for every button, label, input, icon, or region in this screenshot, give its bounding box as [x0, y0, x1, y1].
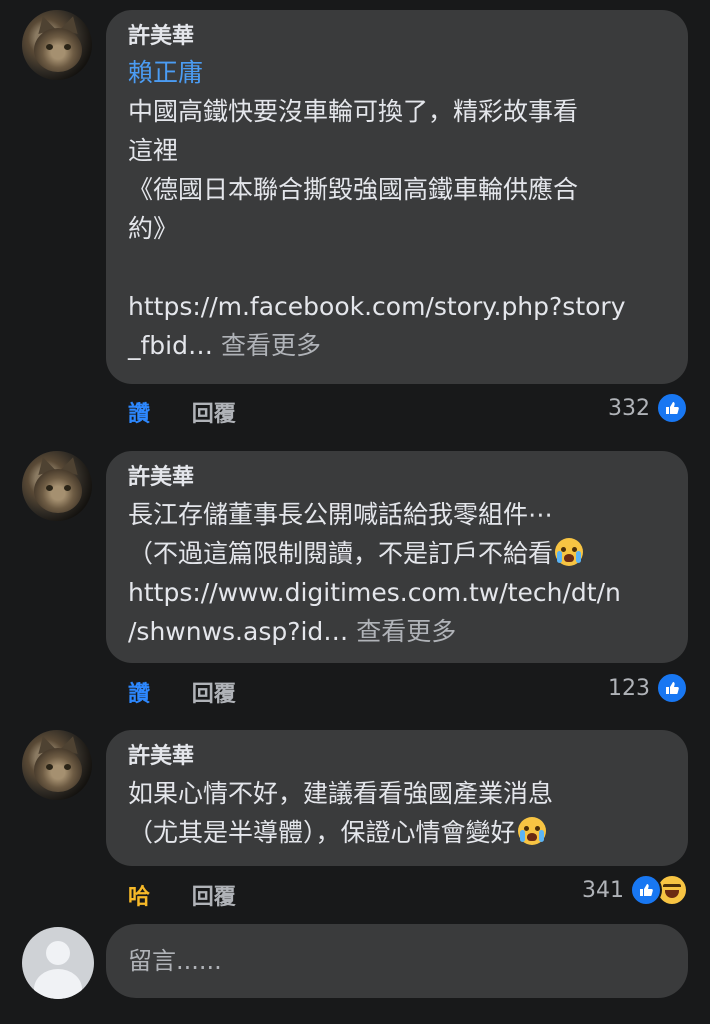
reply-button[interactable]: 回覆	[192, 682, 236, 707]
comment-bubble: 許美華 長江存儲董事長公開喊話給我零組件⋯ （不過這篇限制閱讀，不是訂戶不給看 …	[106, 451, 688, 663]
reaction-summary[interactable]: 123	[608, 672, 688, 704]
avatar[interactable]	[22, 10, 92, 80]
comment-bubble: 許美華 賴正庸 中國高鐵快要沒車輪可換了，精彩故事看 這裡 《德國日本聯合撕毀強…	[106, 10, 688, 384]
comment-actions: 讚 回覆	[128, 676, 270, 708]
reply-button[interactable]: 回覆	[192, 402, 236, 427]
like-icon	[656, 672, 688, 704]
comment-composer	[0, 924, 710, 1004]
comment-bubble: 許美華 如果心情不好，建議看看強國產業消息 （尤其是半導體），保證心情會變好	[106, 730, 688, 866]
like-button[interactable]: 讚	[128, 402, 150, 427]
see-more-link[interactable]: 查看更多	[356, 617, 456, 646]
reaction-summary[interactable]: 332	[608, 392, 688, 424]
comment-author[interactable]: 許美華	[128, 740, 666, 774]
like-icon	[630, 874, 662, 906]
comment-text: 中國高鐵快要沒車輪可換了，精彩故事看 這裡 《德國日本聯合撕毀強國高鐵車輪供應合…	[128, 97, 626, 360]
reaction-count: 341	[582, 877, 624, 903]
comment-author[interactable]: 許美華	[128, 20, 666, 54]
comment-text: 長江存儲董事長公開喊話給我零組件⋯ （不過這篇限制閱讀，不是訂戶不給看 http…	[128, 500, 621, 646]
like-button[interactable]: 讚	[128, 682, 150, 707]
avatar[interactable]	[22, 730, 92, 800]
user-avatar[interactable]	[22, 927, 94, 999]
reaction-summary[interactable]: 341	[582, 874, 688, 906]
like-icon	[656, 392, 688, 424]
comment-actions: 讚 回覆	[128, 396, 270, 428]
comment-text: 如果心情不好，建議看看強國產業消息 （尤其是半導體），保證心情會變好	[128, 779, 554, 847]
comment-input[interactable]	[106, 924, 688, 998]
reaction-count: 123	[608, 675, 650, 701]
reaction-count: 332	[608, 395, 650, 421]
crying-emoji-icon	[555, 538, 584, 566]
comment-author[interactable]: 許美華	[128, 461, 666, 495]
crying-emoji-icon	[517, 817, 546, 845]
mention-link[interactable]: 賴正庸	[128, 54, 666, 92]
reply-button[interactable]: 回覆	[192, 885, 236, 910]
see-more-link[interactable]: 查看更多	[221, 331, 321, 360]
avatar[interactable]	[22, 451, 92, 521]
comment-actions: 哈 回覆	[128, 879, 270, 911]
haha-button[interactable]: 哈	[128, 885, 150, 910]
